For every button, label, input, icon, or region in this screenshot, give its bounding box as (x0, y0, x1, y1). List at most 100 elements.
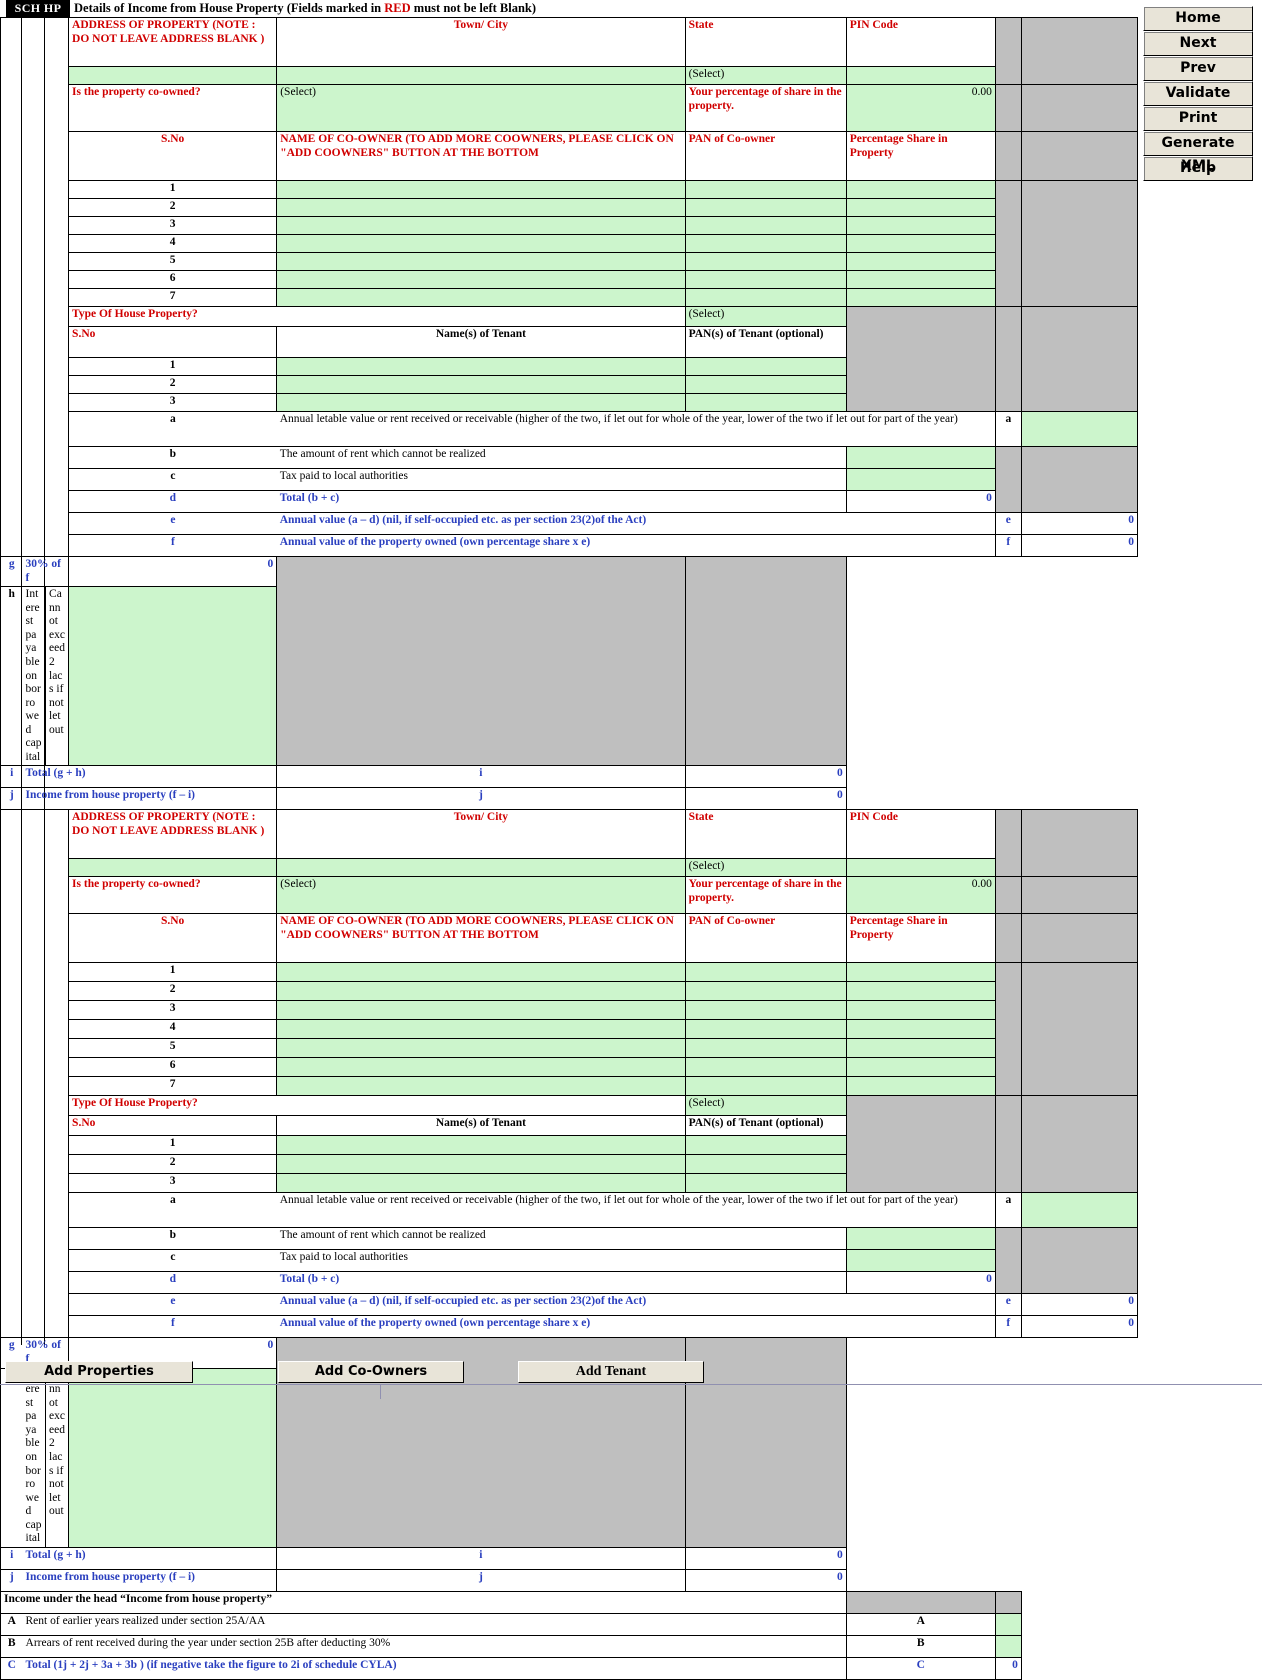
row-key-1-f: f (68, 534, 277, 557)
coowner-name-2-6[interactable] (276, 1057, 686, 1078)
tenant-pan-2-1[interactable] (684, 1135, 847, 1156)
add-tenant-button[interactable]: Add Tenant (518, 1361, 704, 1383)
coowner-name-2-3[interactable] (276, 1000, 686, 1021)
add-co-owners-button[interactable]: Add Co-Owners (278, 1361, 464, 1383)
tenant-pan-1-3[interactable] (684, 393, 847, 412)
percentage-share-input-1[interactable]: 0.00 (845, 84, 996, 132)
coowner-pct-2-7[interactable] (845, 1076, 996, 1097)
coowner-pct-1-5[interactable] (845, 252, 996, 271)
tenant-name-2-1[interactable] (276, 1135, 686, 1156)
tenant-pan-1-1[interactable] (684, 357, 847, 376)
coowner-pan-2-6[interactable] (684, 1057, 847, 1078)
row-value-2-a[interactable] (1020, 1192, 1139, 1229)
coowner-pct-1-1[interactable] (845, 180, 996, 199)
coowner-pan-1-4[interactable] (684, 234, 847, 253)
coowner-pan-1-7[interactable] (684, 288, 847, 307)
tenant-name-2-3[interactable] (276, 1173, 686, 1194)
coowner-pct-1-7[interactable] (845, 288, 996, 307)
type-of-house-select-2[interactable]: (Select) (684, 1095, 847, 1117)
tenant-sno-2-2: 2 (68, 1154, 278, 1175)
row-value-1-c[interactable] (845, 468, 996, 491)
coowner-pan-1-3[interactable] (684, 216, 847, 235)
print-button[interactable]: Print (1143, 106, 1253, 131)
row-text-2-b: The amount of rent which cannot be reali… (276, 1227, 847, 1251)
summary-value-A[interactable] (994, 1612, 1022, 1636)
coowner-pan-1-1[interactable] (684, 180, 847, 199)
coowner-name-1-3[interactable] (276, 216, 686, 235)
coowner-pan-2-7[interactable] (684, 1076, 847, 1097)
coowner-pct-2-2[interactable] (845, 981, 996, 1002)
type-of-house-select-1[interactable]: (Select) (684, 306, 847, 327)
coowner-pct-2-3[interactable] (845, 1000, 996, 1021)
tenant-pan-2-3[interactable] (684, 1173, 847, 1194)
row-value-2-j: 0 (684, 1568, 847, 1592)
coowner-name-2-5[interactable] (276, 1038, 686, 1059)
summary-value-B[interactable] (994, 1634, 1022, 1658)
coowner-name-2-2[interactable] (276, 981, 686, 1002)
next-button[interactable]: Next (1143, 31, 1253, 56)
prev-button[interactable]: Prev (1143, 56, 1253, 81)
coowner-pct-2-5[interactable] (845, 1038, 996, 1059)
generate-xml-button[interactable]: Generate XML (1143, 131, 1253, 174)
row-key-2-c: c (68, 1249, 277, 1273)
coowner-pct-1-6[interactable] (845, 270, 996, 289)
table-row: 2 (1, 198, 1138, 217)
coowner-pan-1-5[interactable] (684, 252, 847, 271)
state-select-1[interactable]: (Select) (684, 66, 847, 85)
coowner-name-1-6[interactable] (276, 270, 686, 289)
pin-code-input-1[interactable] (845, 66, 996, 85)
address-input-1[interactable] (68, 66, 278, 85)
town-city-input-2[interactable] (276, 858, 686, 878)
coowner-pan-2-1[interactable] (684, 962, 847, 983)
tenant-name-1-3[interactable] (276, 393, 686, 412)
coowner-name-2-7[interactable] (276, 1076, 686, 1097)
pin-code-input-2[interactable] (845, 858, 996, 878)
coowner-pan-2-4[interactable] (684, 1019, 847, 1040)
row-value-1-h[interactable] (68, 586, 278, 767)
locked-cell-2a (994, 809, 1022, 878)
tenant-pan-1-2[interactable] (684, 375, 847, 394)
coowner-pct-2-6[interactable] (845, 1057, 996, 1078)
coowner-pan-2-3[interactable] (684, 1000, 847, 1021)
coowned-select-1[interactable]: (Select) (276, 84, 686, 132)
coowner-name-1-7[interactable] (276, 288, 686, 307)
validate-button[interactable]: Validate (1143, 81, 1253, 106)
state-select-2[interactable]: (Select) (684, 858, 847, 878)
home-button[interactable]: Home (1143, 6, 1253, 31)
coowner-pct-2-4[interactable] (845, 1019, 996, 1040)
add-properties-button[interactable]: Add Properties (5, 1361, 193, 1383)
locked-cell-2i (845, 1095, 996, 1194)
coowner-name-2-4[interactable] (276, 1019, 686, 1040)
coowner-pct-2-1[interactable] (845, 962, 996, 983)
coowner-pct-1-3[interactable] (845, 216, 996, 235)
coowner-name-1-2[interactable] (276, 198, 686, 217)
help-button[interactable]: Help (1143, 156, 1253, 181)
town-city-input-1[interactable] (276, 66, 686, 85)
coowner-pan-2-2[interactable] (684, 981, 847, 1002)
coowner-pan-1-6[interactable] (684, 270, 847, 289)
coowner-pct-1-2[interactable] (845, 198, 996, 217)
coowner-name-1-4[interactable] (276, 234, 686, 253)
row-note-1-h: Cannot exceed 2 lacs if not let out (45, 586, 70, 767)
coowner-name-1-1[interactable] (276, 180, 686, 199)
coowner-name-2-1[interactable] (276, 962, 686, 983)
tenant-name-2-2[interactable] (276, 1154, 686, 1175)
tenant-name-1-1[interactable] (276, 357, 686, 376)
tenant-sno-header-2: S.No (68, 1115, 278, 1137)
coowner-pan-1-2[interactable] (684, 198, 847, 217)
address-input-2[interactable] (68, 858, 278, 878)
row-value-1-a[interactable] (1020, 411, 1139, 447)
coowner-sno-1-2: 2 (68, 198, 278, 217)
percentage-share-input-2[interactable]: 0.00 (845, 876, 996, 915)
locked-cell-2h (1020, 962, 1139, 1097)
locked-cell-1j (994, 306, 1022, 412)
row-value-2-c[interactable] (845, 1249, 996, 1273)
tenant-pan-2-2[interactable] (684, 1154, 847, 1175)
coowned-select-2[interactable]: (Select) (276, 876, 686, 915)
row-value-2-b[interactable] (845, 1227, 996, 1251)
coowner-pct-1-4[interactable] (845, 234, 996, 253)
row-value-1-b[interactable] (845, 446, 996, 469)
coowner-name-1-5[interactable] (276, 252, 686, 271)
tenant-name-1-2[interactable] (276, 375, 686, 394)
coowner-pan-2-5[interactable] (684, 1038, 847, 1059)
